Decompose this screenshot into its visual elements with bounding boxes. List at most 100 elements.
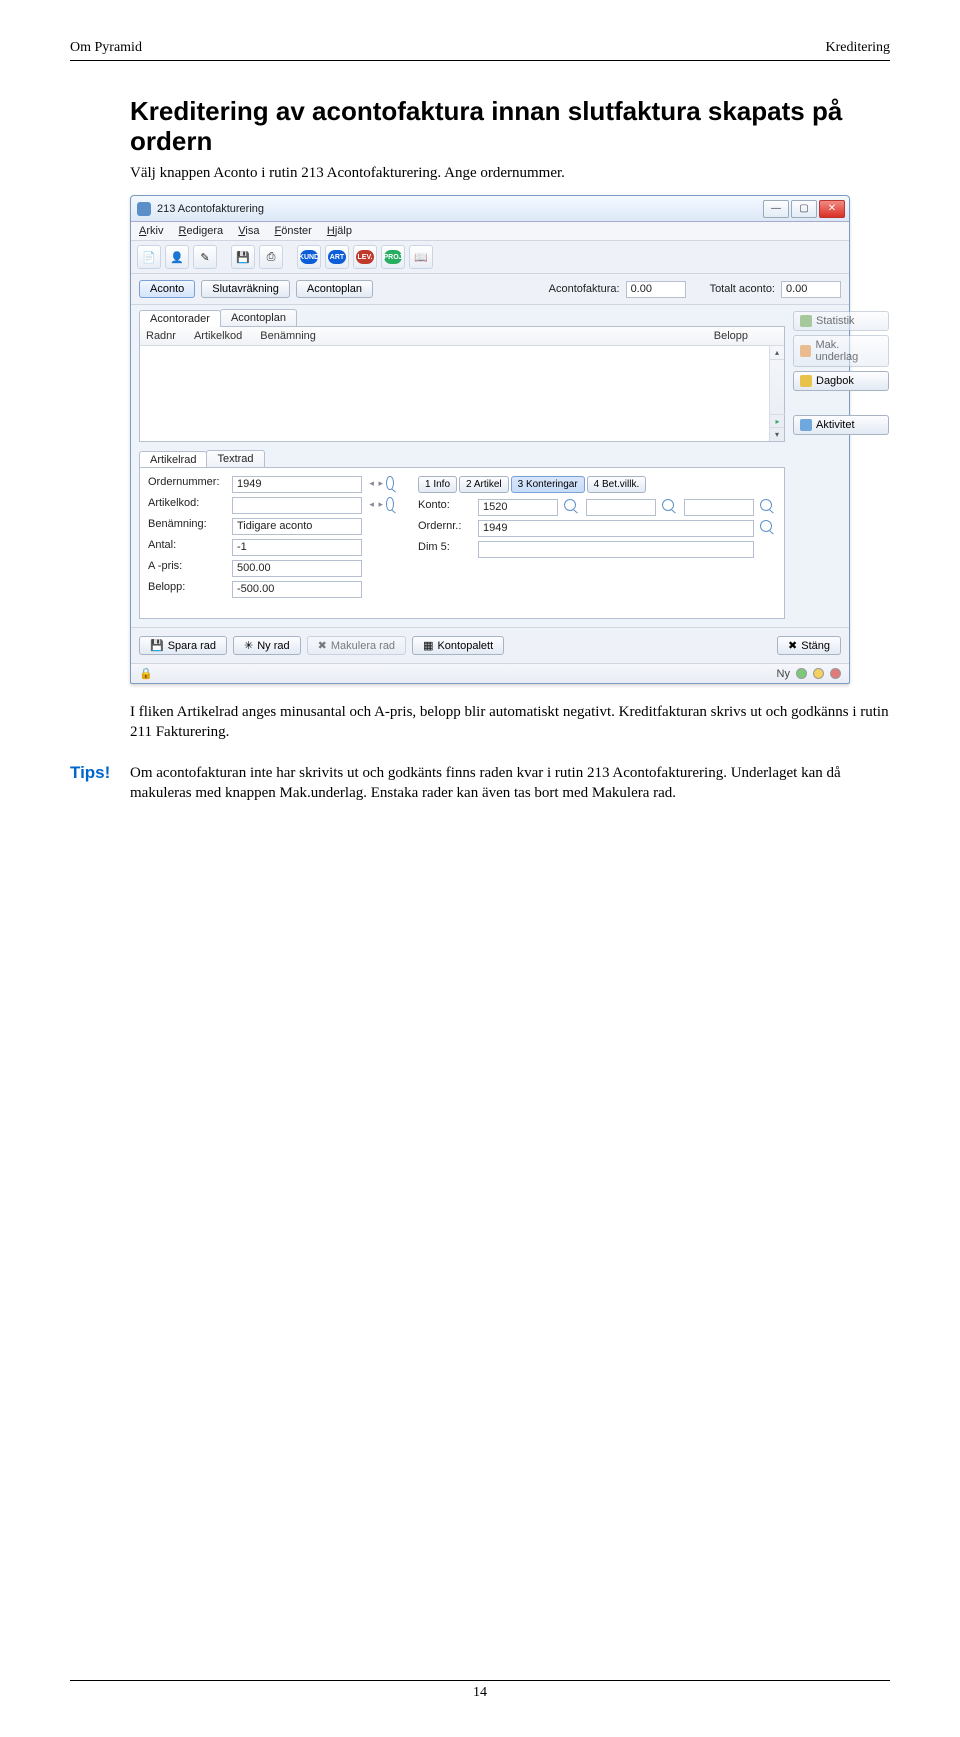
dim5-label: Dim 5: (418, 541, 472, 558)
menu-arkiv[interactable]: Arkiv (139, 225, 163, 237)
tab-acontorader[interactable]: Acontorader (139, 310, 221, 327)
menu-hjalp[interactable]: Hjälp (327, 225, 352, 237)
col-belopp: Belopp (714, 330, 748, 342)
antal-field[interactable]: -1 (232, 539, 362, 556)
search-icon[interactable] (760, 520, 772, 532)
spara-rad-button[interactable]: 💾 Spara rad (139, 636, 227, 655)
scroll-down-icon[interactable]: ▾ (770, 427, 784, 441)
prev-icon[interactable]: ◂ (368, 497, 375, 511)
toolbar: 📄 👤 ✎ 💾 ⎙ KUND ART LEV. PROJ 📖 (131, 241, 849, 274)
tips-text: Om acontofakturan inte har skrivits ut o… (130, 763, 890, 804)
minitab-info[interactable]: 1 Info (418, 476, 457, 493)
minitab-konteringar[interactable]: 3 Konteringar (511, 476, 585, 493)
ordernummer-field[interactable]: 1949 (232, 476, 362, 493)
search-icon[interactable] (386, 476, 394, 490)
menu-fonster[interactable]: Fönster (275, 225, 312, 237)
konto-field[interactable]: 1520 (478, 499, 558, 516)
ny-rad-button[interactable]: ✳ Ny rad (233, 636, 301, 655)
status-dot-green (796, 668, 807, 679)
menubar: Arkiv Redigera Visa Fönster Hjälp (131, 222, 849, 241)
apris-label: A -pris: (148, 560, 226, 577)
app-icon (137, 202, 151, 216)
col-benamning: Benämning (260, 330, 316, 342)
chart-icon (800, 315, 812, 327)
col-radnr: Radnr (146, 330, 176, 342)
acontoplan-button[interactable]: Acontoplan (296, 280, 373, 298)
chip-lev[interactable]: LEV. (353, 245, 377, 269)
apris-field[interactable]: 500.00 (232, 560, 362, 577)
activity-icon (800, 419, 812, 431)
window-title: 213 Acontofakturering (157, 203, 264, 215)
dim5-field[interactable] (478, 541, 754, 558)
statusbar: 🔒 Ny (131, 663, 849, 683)
kontopalett-button[interactable]: ▦ Kontopalett (412, 636, 504, 655)
tips-label: Tips! (70, 763, 130, 783)
footer-buttons: 💾 Spara rad ✳ Ny rad ✖ Makulera rad ▦ Ko… (131, 627, 849, 663)
benamning-field[interactable]: Tidigare aconto (232, 518, 362, 535)
action-row: Aconto Slutavräkning Acontoplan Acontofa… (131, 274, 849, 305)
tab-acontoplan[interactable]: Acontoplan (220, 309, 297, 326)
ordernummer-label: Ordernummer: (148, 476, 226, 493)
konto-label: Konto: (418, 499, 472, 516)
ordernr-field[interactable]: 1949 (478, 520, 754, 537)
section-heading: Kreditering av acontofaktura innan slutf… (130, 97, 890, 157)
antal-label: Antal: (148, 539, 226, 556)
minimize-button[interactable]: — (763, 200, 789, 218)
acontofaktura-label: Acontofaktura: (549, 283, 620, 295)
titlebar: 213 Acontofakturering — ▢ ✕ (131, 196, 849, 222)
page-number: 14 (473, 1685, 487, 1700)
minitab-betvillk[interactable]: 4 Bet.villk. (587, 476, 647, 493)
book-icon (800, 375, 812, 387)
stang-button[interactable]: ✖ Stäng (777, 636, 841, 655)
tab-textrad[interactable]: Textrad (206, 450, 264, 467)
scroll-up-icon[interactable]: ▴ (770, 346, 784, 360)
search-icon[interactable] (386, 497, 394, 511)
header-right: Kreditering (825, 40, 890, 56)
scroll-right-icon[interactable]: ▸ (770, 414, 785, 427)
menu-redigera[interactable]: Redigera (179, 225, 224, 237)
close-button[interactable]: ✕ (819, 200, 845, 218)
search-icon[interactable] (760, 499, 772, 511)
toolbar-help-icon[interactable]: 📖 (409, 245, 433, 269)
chip-proj[interactable]: PROJ (381, 245, 405, 269)
artikelkod-field[interactable] (232, 497, 362, 514)
aktivitet-button[interactable]: Aktivitet (793, 415, 889, 435)
toolbar-user-icon[interactable]: 👤 (165, 245, 189, 269)
prev-icon[interactable]: ◂ (368, 476, 375, 490)
chip-art[interactable]: ART (325, 245, 349, 269)
header-left: Om Pyramid (70, 40, 142, 56)
dagbok-button[interactable]: Dagbok (793, 371, 889, 391)
minitab-artikel[interactable]: 2 Artikel (459, 476, 509, 493)
belopp-label: Belopp: (148, 581, 226, 598)
toolbar-save-icon[interactable]: 💾 (231, 245, 255, 269)
status-dot-red (830, 668, 841, 679)
toolbar-edit-icon[interactable]: ✎ (193, 245, 217, 269)
makulera-rad-button: ✖ Makulera rad (307, 636, 406, 655)
acontofaktura-field[interactable]: 0.00 (626, 281, 686, 298)
col-artikelkod: Artikelkod (194, 330, 242, 342)
aconto-button[interactable]: Aconto (139, 280, 195, 298)
search-icon[interactable] (564, 499, 576, 511)
totalt-aconto-field[interactable]: 0.00 (781, 281, 841, 298)
makunderlag-button: Mak. underlag (793, 335, 889, 367)
scrollbar[interactable]: ▴ ▸ ▾ (769, 346, 784, 441)
lock-icon: 🔒 (139, 667, 153, 680)
toolbar-print-icon[interactable]: ⎙ (259, 245, 283, 269)
ordernr-label: Ordernr.: (418, 520, 472, 537)
menu-visa[interactable]: Visa (238, 225, 259, 237)
chip-kund[interactable]: KUND (297, 245, 321, 269)
konto-field-3[interactable] (684, 499, 754, 516)
next-icon[interactable]: ▸ (377, 476, 384, 490)
toolbar-new-icon[interactable]: 📄 (137, 245, 161, 269)
list-body[interactable]: ▴ ▸ ▾ (140, 346, 784, 441)
konto-field-2[interactable] (586, 499, 656, 516)
tab-artikelrad[interactable]: Artikelrad (139, 451, 207, 468)
intro-paragraph: Välj knappen Aconto i rutin 213 Acontofa… (130, 163, 890, 183)
search-icon[interactable] (662, 499, 674, 511)
belopp-field[interactable]: -500.00 (232, 581, 362, 598)
header-rule (70, 60, 890, 61)
slutavrakning-button[interactable]: Slutavräkning (201, 280, 290, 298)
maximize-button[interactable]: ▢ (791, 200, 817, 218)
status-ny: Ny (777, 668, 790, 680)
next-icon[interactable]: ▸ (377, 497, 384, 511)
